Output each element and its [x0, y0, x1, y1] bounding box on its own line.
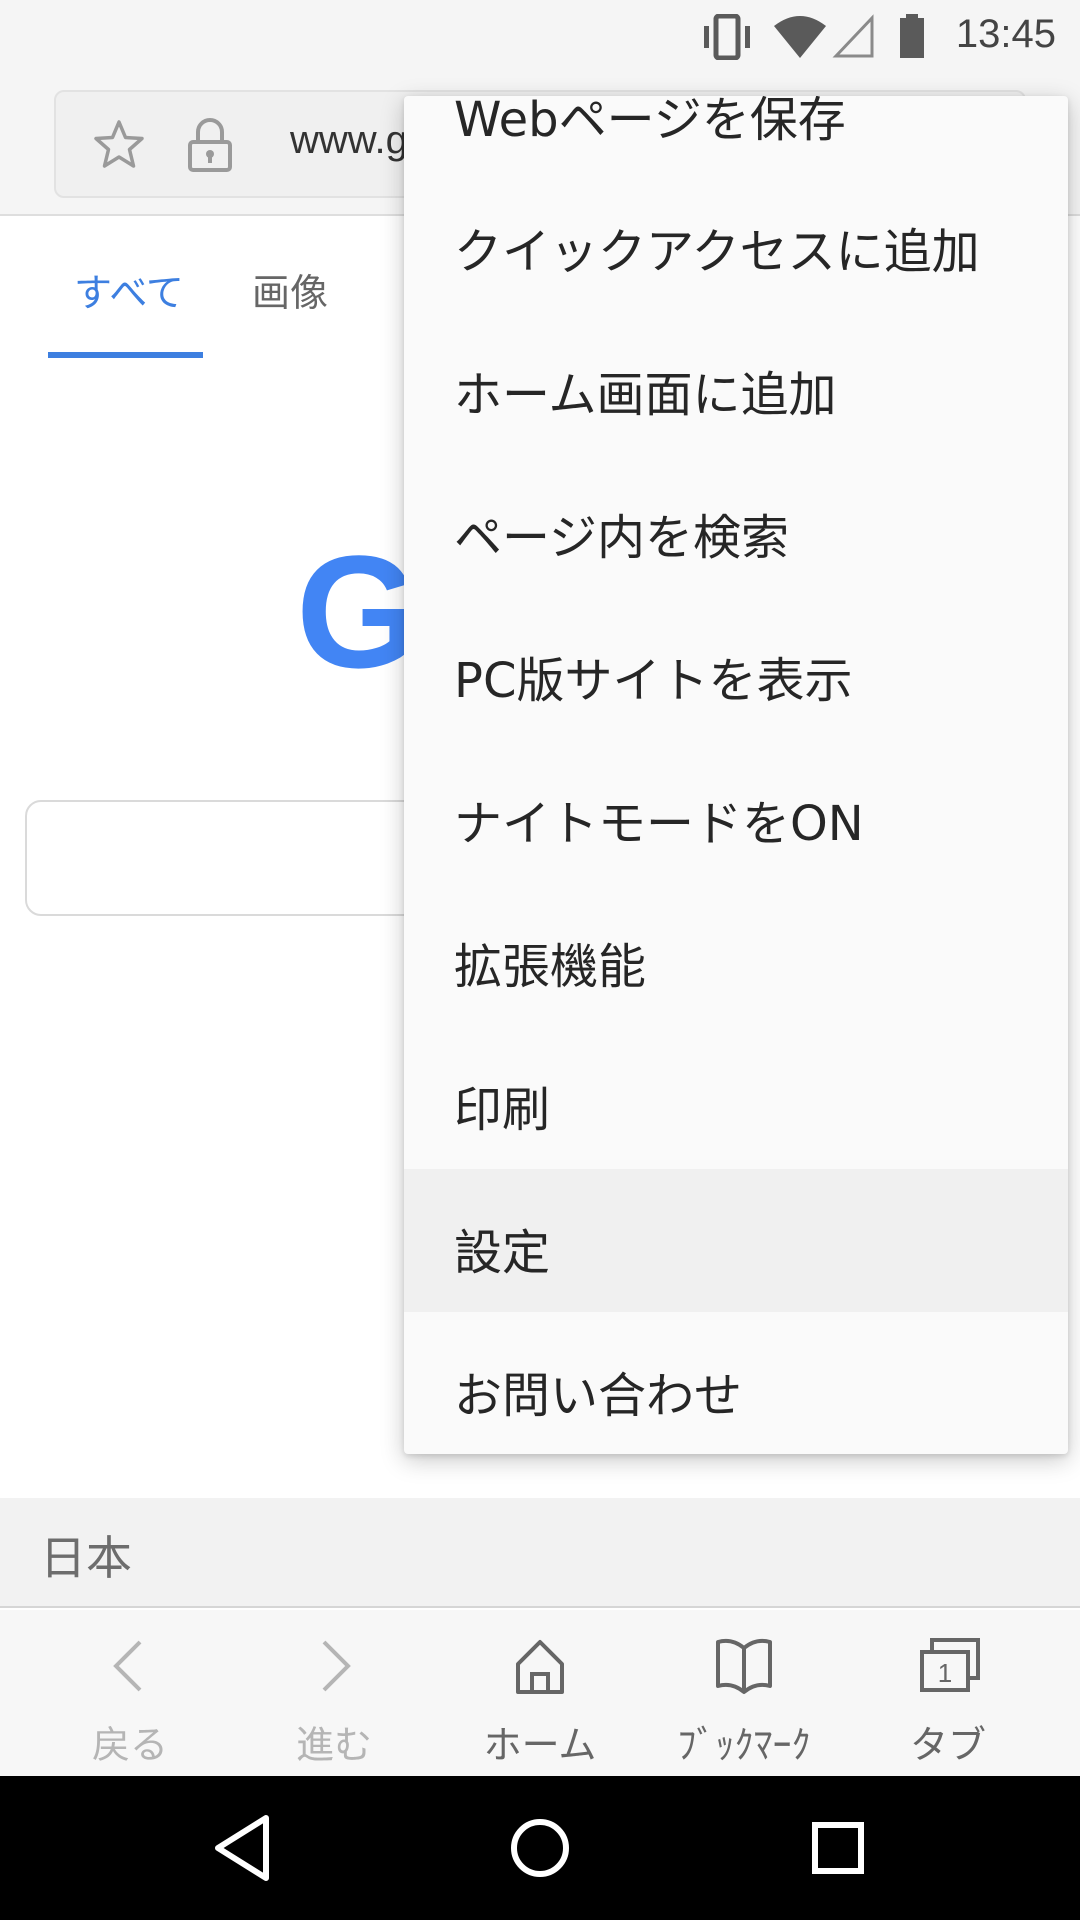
chevron-left-icon: [113, 1640, 142, 1692]
menu-item-label: ナイトモードをON: [454, 796, 864, 852]
menu-item-print[interactable]: 印刷: [404, 1026, 1068, 1169]
menu-item-label: ホーム画面に追加: [454, 367, 837, 423]
menu-item-label: 印刷: [454, 1082, 551, 1138]
footer-country-bar: 日本: [0, 1498, 1080, 1608]
menu-item-label: 設定: [454, 1225, 551, 1281]
menu-item-contact[interactable]: お問い合わせ: [404, 1312, 1068, 1454]
back-triangle-icon[interactable]: [210, 1812, 274, 1884]
back-label: 戻る: [91, 1723, 168, 1767]
menu-item-extensions[interactable]: 拡張機能: [404, 883, 1068, 1026]
url-text[interactable]: www.g: [290, 118, 408, 163]
bookmark-label: ﾌﾞｯｸﾏｰｸ: [677, 1723, 811, 1767]
home-circle-icon[interactable]: [508, 1812, 572, 1884]
tabs-count-badge: 1: [938, 1658, 952, 1688]
tabs-icon: 1: [920, 1638, 980, 1692]
forward-button[interactable]: 進む: [232, 1610, 436, 1776]
star-icon[interactable]: [92, 118, 146, 172]
menu-item-night-mode[interactable]: ナイトモードをON: [404, 740, 1068, 883]
menu-item-label: ページ内を検索: [454, 510, 790, 566]
menu-item-label: 拡張機能: [454, 939, 647, 995]
tab-all[interactable]: すべて: [74, 262, 184, 317]
recents-square-icon[interactable]: [806, 1812, 870, 1884]
menu-item-add-home-screen[interactable]: ホーム画面に追加: [404, 311, 1068, 454]
tabs-label: タブ: [909, 1723, 986, 1767]
bookmark-icon: [716, 1638, 772, 1694]
browser-bottom-nav: 戻る 進む ホーム ﾌﾞｯｸﾏｰｸ 1 タブ: [0, 1610, 1080, 1776]
menu-item-save-page[interactable]: Webページを保存: [404, 96, 1068, 179]
lock-icon[interactable]: [186, 116, 234, 174]
wifi-icon: [774, 16, 826, 58]
overflow-menu: Webページを保存 クイックアクセスに追加 ホーム画面に追加 ページ内を検索 P…: [404, 96, 1068, 1454]
back-button[interactable]: 戻る: [28, 1610, 232, 1776]
menu-item-settings[interactable]: 設定: [404, 1169, 1068, 1312]
system-nav-bar: [0, 1776, 1080, 1920]
tab-active-underline: [48, 352, 203, 358]
menu-item-desktop-site[interactable]: PC版サイトを表示: [404, 597, 1068, 740]
footer-country: 日本: [40, 1531, 132, 1585]
menu-item-label: PC版サイトを表示: [454, 653, 853, 709]
status-time: 13:45: [955, 12, 1056, 56]
vibrate-icon: [704, 14, 750, 60]
tabs-button[interactable]: 1 タブ: [846, 1610, 1050, 1776]
menu-item-find-in-page[interactable]: ページ内を検索: [404, 454, 1068, 597]
forward-label: 進む: [295, 1723, 372, 1767]
battery-icon: [900, 14, 924, 58]
tab-images[interactable]: 画像: [252, 262, 328, 317]
google-logo: G: [296, 522, 421, 701]
chevron-right-icon: [322, 1640, 351, 1692]
signal-icon: [832, 14, 874, 58]
status-bar: 13:45: [0, 0, 1080, 76]
menu-item-label: クイックアクセスに追加: [454, 224, 980, 280]
menu-item-label: Webページを保存: [454, 96, 846, 148]
menu-item-label: お問い合わせ: [454, 1368, 743, 1424]
home-button[interactable]: ホーム: [438, 1610, 642, 1776]
menu-item-add-quick-access[interactable]: クイックアクセスに追加: [404, 168, 1068, 311]
bookmark-button[interactable]: ﾌﾞｯｸﾏｰｸ: [642, 1610, 846, 1776]
home-label: ホーム: [483, 1723, 597, 1767]
home-icon: [516, 1640, 564, 1694]
